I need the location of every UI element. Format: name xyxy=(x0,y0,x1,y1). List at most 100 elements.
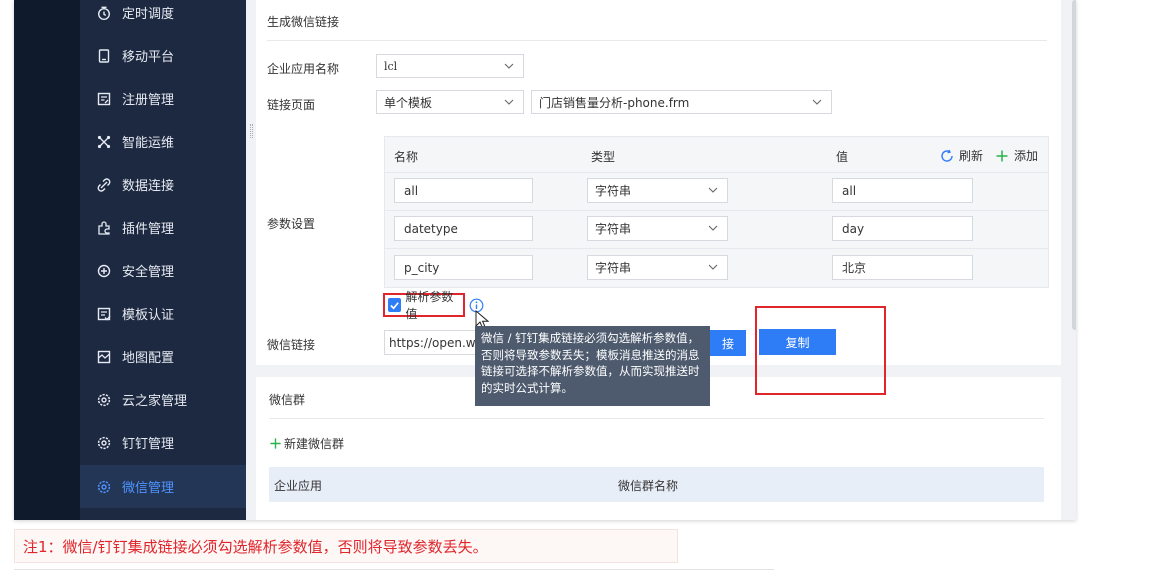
clock-icon xyxy=(97,6,111,20)
param-type-value: 字符串 xyxy=(595,184,632,198)
sidebar-item-label: 云之家管理 xyxy=(122,394,188,409)
sidebar-item-template-auth[interactable]: 模板认证 xyxy=(80,292,246,335)
refresh-button[interactable]: 刷新 xyxy=(940,147,983,164)
new-group-button[interactable]: 新建微信群 xyxy=(269,435,344,452)
plus-icon xyxy=(996,150,1008,161)
refresh-label: 刷新 xyxy=(959,149,984,163)
link-page-label: 链接页面 xyxy=(267,98,316,112)
sidebar-item-data-connection[interactable]: 数据连接 xyxy=(80,163,246,206)
sidebar-item-label: 钉钉管理 xyxy=(122,437,175,452)
registration-icon xyxy=(97,92,111,106)
chevron-down-icon xyxy=(708,225,718,231)
param-name-input[interactable]: p_city xyxy=(394,255,533,280)
param-type-select[interactable]: 字符串 xyxy=(587,178,728,203)
param-name-input[interactable]: datetype xyxy=(394,216,533,241)
param-type-select[interactable]: 字符串 xyxy=(587,255,728,280)
param-name-input[interactable]: all xyxy=(394,178,533,203)
row-divider xyxy=(385,172,1048,173)
sidebar-item-security[interactable]: 安全管理 xyxy=(80,249,246,292)
plus-icon xyxy=(270,438,281,449)
sidebar-item-label: 模板认证 xyxy=(122,308,175,323)
param-table: 名称 类型 值 刷新 添加 all 字符串 all datetype 字符串 d… xyxy=(384,136,1049,288)
scrollbar[interactable] xyxy=(1072,0,1076,330)
param-value-input[interactable]: all xyxy=(832,178,973,203)
sidebar-item-mobile[interactable]: 移动平台 xyxy=(80,34,246,77)
tablet-icon xyxy=(97,48,111,63)
main-content: 生成微信链接 企业应用名称 lcl 链接页面 单个模板 门店销售量分析-phon… xyxy=(246,0,1076,520)
column-header: 企业应用 xyxy=(274,479,323,493)
note-text: 注1：微信/钉钉集成链接必须勾选解析参数值，否则将导致参数丢失。 xyxy=(14,529,678,563)
chevron-down-icon xyxy=(812,99,822,105)
section-title: 生成微信链接 xyxy=(267,15,340,29)
app-window: 定时调度 移动平台 注册管理 智能运维 数据连接 插件管理 安全管理 模板认证 xyxy=(14,0,1076,520)
chevron-down-icon xyxy=(504,99,514,105)
gear-icon xyxy=(97,436,111,450)
sidebar-item-label: 智能运维 xyxy=(122,136,175,151)
chevron-down-icon xyxy=(708,187,718,193)
chevron-down-icon xyxy=(504,63,514,69)
generate-link-button[interactable]: 接 xyxy=(710,330,746,356)
shield-icon xyxy=(97,264,111,278)
section-title: 微信群 xyxy=(269,393,306,407)
sidebar-item-plugins[interactable]: 插件管理 xyxy=(80,206,246,249)
column-header: 类型 xyxy=(591,150,616,164)
sidebar-item-label: 定时调度 xyxy=(122,7,175,22)
link-icon xyxy=(97,177,111,192)
sidebar-item-label: 移动平台 xyxy=(122,50,175,65)
page-type-select[interactable]: 单个模板 xyxy=(376,90,524,114)
template-select[interactable]: 门店销售量分析-phone.frm xyxy=(531,90,832,114)
template-value: 门店销售量分析-phone.frm xyxy=(539,95,690,110)
param-value-input[interactable]: 北京 xyxy=(832,255,973,280)
row-divider xyxy=(385,210,1048,211)
checkbox-checked[interactable] xyxy=(388,298,402,312)
check-icon xyxy=(390,301,400,309)
chevron-down-icon xyxy=(708,264,718,270)
gear-icon xyxy=(97,393,111,407)
sidebar-item-label: 注册管理 xyxy=(122,93,175,108)
page-type-value: 单个模板 xyxy=(384,95,433,110)
app-name-label: 企业应用名称 xyxy=(267,62,340,76)
row-divider xyxy=(385,248,1048,249)
resize-handle[interactable] xyxy=(250,124,253,138)
plugin-icon xyxy=(97,220,111,235)
map-icon xyxy=(97,350,111,364)
sidebar-item-schedule[interactable]: 定时调度 xyxy=(80,0,246,34)
left-rail xyxy=(14,0,80,520)
sidebar-item-registration[interactable]: 注册管理 xyxy=(80,77,246,120)
new-group-label: 新建微信群 xyxy=(284,437,345,451)
refresh-icon xyxy=(941,149,953,162)
app-name-select[interactable]: lcl xyxy=(376,54,524,78)
column-header: 名称 xyxy=(394,150,419,164)
params-label: 参数设置 xyxy=(267,217,316,231)
sidebar-item-label: 地图配置 xyxy=(122,351,175,366)
sidebar-item-map[interactable]: 地图配置 xyxy=(80,335,246,378)
app-name-value: lcl xyxy=(384,59,398,73)
add-label: 添加 xyxy=(1014,149,1039,163)
sidebar: 定时调度 移动平台 注册管理 智能运维 数据连接 插件管理 安全管理 模板认证 xyxy=(80,0,246,520)
sidebar-item-wechat[interactable]: 微信管理 xyxy=(80,465,246,508)
group-table-header: 企业应用 微信群名称 xyxy=(269,467,1044,502)
parse-params-label: 解析参数值 xyxy=(405,290,454,321)
sidebar-item-operations[interactable]: 智能运维 xyxy=(80,120,246,163)
divider xyxy=(269,418,1044,419)
param-type-value: 字符串 xyxy=(595,222,632,236)
wechat-link-label: 微信链接 xyxy=(267,338,316,352)
column-header: 微信群名称 xyxy=(618,479,679,493)
add-param-button[interactable]: 添加 xyxy=(995,147,1038,164)
gear-icon xyxy=(97,480,111,494)
sidebar-item-label: 安全管理 xyxy=(122,265,175,280)
tooltip: 微信 / 钉钉集成链接必须勾选解析参数值，否则将导致参数丢失；模板消息推送的消息… xyxy=(475,326,710,406)
highlight-box xyxy=(755,306,886,395)
divider xyxy=(267,40,1047,41)
parse-params-checkbox[interactable]: 解析参数值 xyxy=(383,290,465,321)
divider xyxy=(14,569,774,570)
sidebar-item-dingtalk[interactable]: 钉钉管理 xyxy=(80,421,246,464)
param-value-input[interactable]: day xyxy=(832,216,973,241)
sidebar-item-label: 微信管理 xyxy=(122,481,175,496)
sidebar-item-yunzhijia[interactable]: 云之家管理 xyxy=(80,378,246,421)
template-icon xyxy=(97,307,111,321)
sidebar-item-label: 插件管理 xyxy=(122,222,175,237)
param-type-select[interactable]: 字符串 xyxy=(587,216,728,241)
operations-icon xyxy=(97,135,111,149)
wechat-link-panel: 生成微信链接 企业应用名称 lcl 链接页面 单个模板 门店销售量分析-phon… xyxy=(256,0,1061,365)
